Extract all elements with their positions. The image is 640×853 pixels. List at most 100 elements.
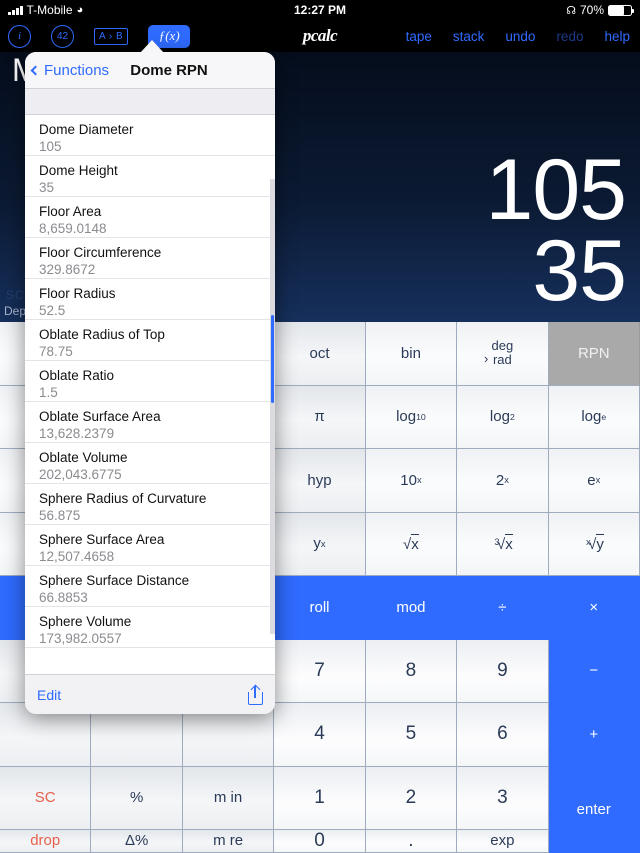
scrollbar-thumb[interactable] — [271, 315, 274, 403]
key-drop[interactable]: drop — [0, 830, 92, 853]
log-base-text: log — [396, 408, 417, 426]
key-[interactable]: ÷ — [457, 576, 549, 640]
deg-label: deg — [491, 338, 514, 354]
key-4[interactable]: 4 — [274, 703, 366, 767]
functions-popover: Functions Dome RPN Dome Diameter 105 Dome … — [25, 52, 275, 714]
key-[interactable]: % — [91, 766, 183, 831]
popover-row-value: 202,043.6775 — [39, 467, 122, 483]
popover-row[interactable]: Sphere Volume 173,982.0557 — [25, 607, 275, 648]
key-2[interactable]: 2 — [365, 766, 458, 831]
key-log2[interactable]: log 2 — [457, 385, 549, 450]
radical-icon: x √ y — [584, 534, 604, 553]
popover-value-list[interactable]: Dome Diameter 105 Dome Height 35 Floor Area 8… — [25, 115, 275, 674]
key-oct[interactable]: oct — [274, 322, 366, 386]
popover-row-value: 56.875 — [39, 508, 81, 524]
popover-footer: Edit — [25, 674, 275, 714]
popover-row-value: 13,628.2379 — [39, 426, 115, 442]
key-label: 2 — [405, 786, 417, 808]
popover-row[interactable]: Oblate Radius of Top 78.75 — [25, 320, 275, 361]
key-m-re[interactable]: m re — [182, 830, 275, 853]
key-enter[interactable]: enter — [548, 766, 640, 853]
popover-row[interactable]: Dome Diameter 105 — [25, 115, 275, 156]
popover-row-value: 329.8672 — [39, 262, 96, 278]
key-[interactable]: . — [365, 830, 458, 853]
key-label: m in — [213, 789, 243, 807]
key-sqrt-x[interactable]: √ x — [365, 512, 458, 577]
key-label: enter — [576, 800, 611, 818]
popover-row[interactable]: Floor Area 8,659.0148 — [25, 197, 275, 238]
deg-rad-toggle: degrad — [484, 338, 514, 367]
key-cube-root-x[interactable]: 3 √ x — [457, 512, 549, 577]
key-y-x[interactable]: yx — [274, 512, 366, 577]
popover-row[interactable]: Sphere Surface Distance 66.8853 — [25, 566, 275, 607]
register-label: Dep — [4, 304, 27, 318]
key-e-x[interactable]: ex — [548, 449, 640, 513]
rad-label: rad — [484, 352, 512, 367]
key-sc[interactable]: SC — [0, 766, 92, 831]
popover-row-label: Sphere Surface Distance — [39, 573, 190, 588]
bluetooth-icon: ☊ — [566, 4, 576, 17]
edit-button[interactable]: Edit — [37, 687, 61, 703]
popover-row-value: 66.8853 — [39, 590, 88, 606]
app-toolbar: i 42 A › B ƒ(x) pcalc tape stack undo re… — [0, 20, 640, 52]
popover-row-value: 1.5 — [39, 385, 58, 401]
key-7[interactable]: 7 — [274, 639, 366, 704]
key-1[interactable]: 1 — [274, 766, 366, 831]
popover-row[interactable]: Dome Height 35 — [25, 156, 275, 197]
key-[interactable]: Δ% — [91, 830, 183, 853]
key-m-in[interactable]: m in — [182, 766, 275, 831]
key-[interactable]: + — [548, 703, 640, 767]
root-radicand: x — [505, 534, 513, 554]
key-label: drop — [30, 832, 61, 850]
popover-row-label: Oblate Volume — [39, 450, 128, 465]
battery-icon — [608, 4, 634, 16]
key-8[interactable]: 8 — [365, 639, 458, 704]
popover-row[interactable]: Floor Circumference 329.8672 — [25, 238, 275, 279]
undo-link[interactable]: undo — [505, 29, 535, 44]
key-label: m re — [213, 832, 244, 850]
key-loge[interactable]: log e — [548, 385, 640, 450]
power-base-text: y — [313, 535, 321, 553]
popover-row-value: 8,659.0148 — [39, 221, 107, 237]
popover-row[interactable]: Oblate Volume 202,043.6775 — [25, 443, 275, 484]
key-10-x[interactable]: 10 x — [365, 449, 458, 513]
key-[interactable]: − — [548, 639, 640, 704]
power-base-text: 10 — [400, 471, 417, 489]
popover-row-value: 173,982.0557 — [39, 631, 122, 647]
key-exp[interactable]: exp — [457, 830, 549, 853]
key-bin[interactable]: bin — [365, 322, 458, 386]
popover-row[interactable]: Oblate Ratio 1.5 — [25, 361, 275, 402]
key-log10[interactable]: log 10 — [365, 385, 458, 450]
popover-row[interactable]: Sphere Radius of Curvature 56.875 — [25, 484, 275, 525]
key-[interactable]: π — [274, 385, 366, 450]
share-icon[interactable] — [248, 684, 263, 705]
key-0[interactable]: 0 — [274, 830, 366, 853]
root-radicand: x — [411, 534, 419, 554]
key-3[interactable]: 3 — [457, 766, 549, 831]
popover-row[interactable]: Oblate Surface Area 13,628.2379 — [25, 402, 275, 443]
popover-row[interactable]: Floor Radius 52.5 — [25, 279, 275, 320]
key-9[interactable]: 9 — [457, 639, 549, 704]
key-roll[interactable]: roll — [274, 576, 366, 640]
key-xth-root-y[interactable]: x √ y — [548, 512, 640, 577]
key-5[interactable]: 5 — [365, 703, 458, 767]
key-[interactable]: × — [548, 576, 640, 640]
key-mod[interactable]: mod — [365, 576, 458, 640]
power-base-text: 2 — [495, 471, 505, 489]
status-bar: T-Mobile ◕ 12:27 PM ☊ 70% — [0, 0, 640, 20]
help-link[interactable]: help — [604, 29, 630, 44]
tape-link[interactable]: tape — [406, 29, 432, 44]
key-2-x[interactable]: 2x — [457, 449, 549, 513]
key-label: bin — [400, 344, 421, 362]
key-label: 3 — [497, 786, 508, 808]
key-rpn[interactable]: RPN — [548, 322, 640, 386]
popover-row-value: 78.75 — [39, 344, 73, 360]
key-hyp[interactable]: hyp — [274, 449, 366, 513]
key-label: 7 — [314, 659, 325, 681]
key-deg-rad[interactable]: degrad — [457, 322, 549, 386]
popover-row-label: Dome Height — [39, 163, 118, 178]
popover-row[interactable]: Sphere Surface Area 12,507.4658 — [25, 525, 275, 566]
key-6[interactable]: 6 — [457, 703, 549, 767]
popover-row-label: Sphere Radius of Curvature — [39, 491, 207, 506]
stack-link[interactable]: stack — [453, 29, 485, 44]
